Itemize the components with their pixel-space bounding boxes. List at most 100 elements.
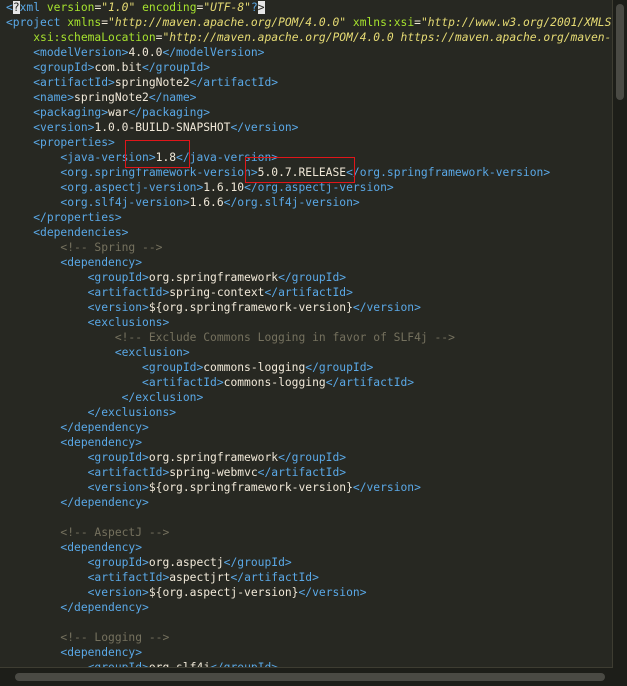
code-token: <exclusion> [114, 346, 190, 359]
code-token: <version> [87, 586, 149, 599]
horizontal-scrollbar[interactable] [0, 667, 613, 686]
code-token: "1.0" [101, 1, 136, 14]
code-line: <version>${org.aspectj-version}</version… [6, 585, 367, 600]
code-token: </groupId> [278, 271, 347, 284]
code-line: <!-- Logging --> [6, 630, 169, 645]
code-token: </version> [352, 481, 421, 494]
code-line: <groupId>com.bit</groupId> [6, 60, 210, 75]
code-token: </groupId> [223, 556, 292, 569]
code-token: <groupId> [87, 556, 149, 569]
vertical-scrollbar[interactable] [612, 0, 627, 668]
code-token: org.aspectj [148, 556, 224, 569]
code-token: </exclusion> [121, 391, 204, 404]
code-line: <version>${org.springframework-version}<… [6, 480, 421, 495]
code-token: <org.springframework-version> [60, 166, 258, 179]
code-token: org.springframework [148, 271, 279, 284]
code-line: <name>springNote2</name> [6, 90, 196, 105]
code-token: spring-context [169, 286, 265, 299]
code-token: <exclusions> [87, 316, 170, 329]
code-editor[interactable]: <?xml version="1.0" encoding="UTF-8"?> <p… [0, 0, 613, 668]
code-token: spring-webmvc [169, 466, 258, 479]
code-token: <version> [87, 301, 149, 314]
code-token: </packaging> [128, 106, 211, 119]
code-token: <artifactId> [87, 286, 170, 299]
code-line: <dependency> [6, 540, 142, 555]
code-token: xsi:schemaLocation [33, 31, 156, 44]
code-line: <groupId>org.springframework</groupId> [6, 450, 346, 465]
code-token: "http://maven.apache.org/POM/4.0.0" [108, 16, 347, 29]
code-token: 1.8 [155, 151, 177, 164]
code-token: 1.6.10 [203, 181, 245, 194]
code-token: <groupId> [142, 361, 204, 374]
code-token: <version> [87, 481, 149, 494]
code-line: <version>${org.springframework-version}<… [6, 300, 421, 315]
code-token: org.springframework [148, 451, 279, 464]
code-token: "http://www.w3.org/2001/XMLSchema-instan… [420, 16, 613, 29]
code-token: <dependencies> [33, 226, 129, 239]
vertical-scroll-thumb[interactable] [616, 4, 624, 100]
code-token: <!-- Exclude Commons Logging in favor of… [114, 331, 455, 344]
code-line: <org.springframework-version>5.0.7.RELEA… [6, 165, 550, 180]
code-line: <exclusion> [6, 345, 190, 360]
code-token: <dependency> [60, 256, 143, 269]
code-token: </groupId> [142, 61, 211, 74]
code-token: aspectjrt [169, 571, 231, 584]
code-line: <modelVersion>4.0.0</modelVersion> [6, 45, 264, 60]
code-token: 1.0.0-BUILD-SNAPSHOT [94, 121, 231, 134]
code-token: version [46, 1, 95, 14]
code-token: <properties> [33, 136, 115, 149]
horizontal-scroll-thumb[interactable] [15, 673, 605, 681]
code-token: commons-logging [223, 376, 326, 389]
code-token: <!-- Logging --> [60, 631, 170, 644]
code-line: <artifactId>aspectjrt</artifactId> [6, 570, 319, 585]
code-token: </version> [352, 301, 421, 314]
code-line: </properties> [6, 210, 121, 225]
code-token: </artifactId> [230, 571, 319, 584]
code-token: xmlns [67, 16, 102, 29]
code-token: <artifactId> [142, 376, 224, 389]
code-token: <packaging> [33, 106, 109, 119]
code-token: </dependency> [60, 421, 149, 434]
code-line: </dependency> [6, 495, 148, 510]
code-line: <packaging>war</packaging> [6, 105, 210, 120]
code-line: </exclusion> [6, 390, 204, 405]
code-token: <groupId> [87, 271, 149, 284]
code-token: 1.6.6 [189, 196, 224, 209]
code-token: </dependency> [60, 601, 149, 614]
code-line: <artifactId>spring-context</artifactId> [6, 285, 353, 300]
code-line: <!-- Exclude Commons Logging in favor of… [6, 330, 455, 345]
code-token: </name> [148, 91, 197, 104]
code-token: <version> [33, 121, 95, 134]
code-token: "UTF-8" [203, 1, 251, 14]
code-token: <java-version> [60, 151, 156, 164]
code-token: <artifactId> [87, 571, 170, 584]
code-token: ${org.springframework-version} [148, 301, 353, 314]
code-token: <groupId> [33, 61, 95, 74]
code-line: </dependency> [6, 600, 149, 615]
code-token: <!-- AspectJ --> [60, 526, 170, 539]
code-token: war [108, 106, 129, 119]
